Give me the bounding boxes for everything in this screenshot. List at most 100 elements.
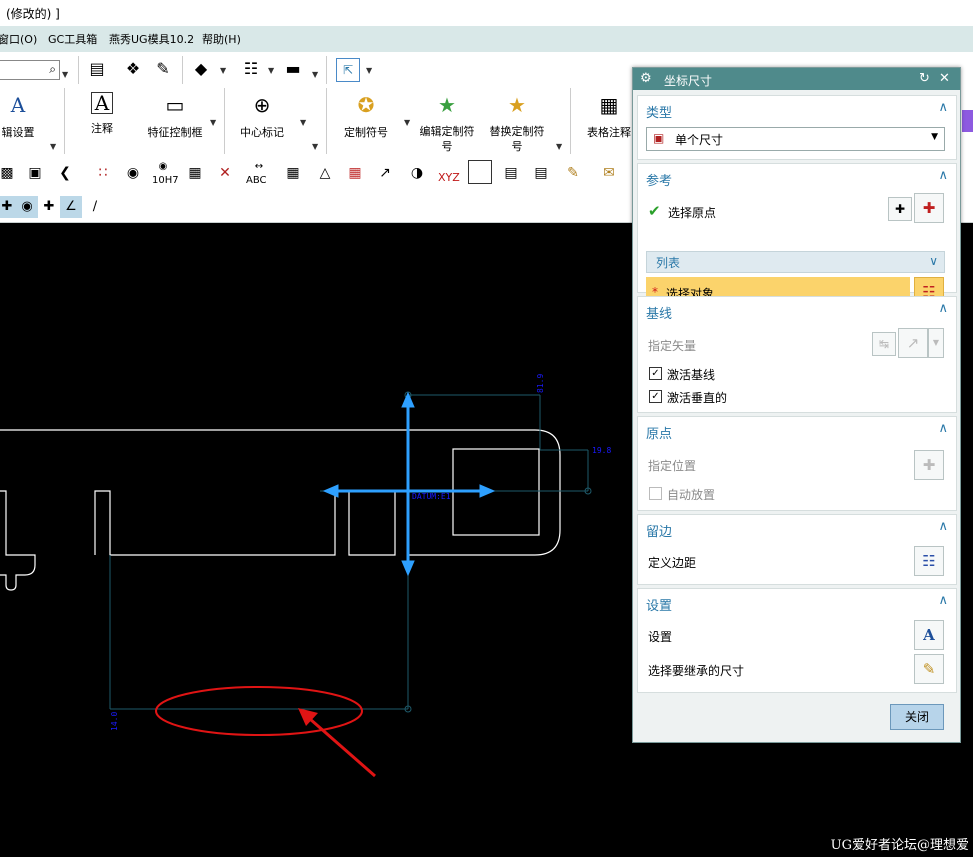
ordinate-dimension-icon[interactable]: ∷ <box>92 162 114 184</box>
snap-center-icon[interactable]: ◉ <box>16 196 38 218</box>
activate-baseline-checkbox[interactable]: ✓ <box>649 367 662 380</box>
check-icon: ✔ <box>648 202 661 220</box>
settings-section-header[interactable]: 设置 <box>646 595 672 614</box>
chevron-up-icon[interactable]: ∧ <box>938 301 948 316</box>
leader-text-icon[interactable]: ↗ <box>374 162 396 184</box>
dropdown-arrow-icon[interactable]: ▼ <box>268 66 274 75</box>
dropdown-arrow-icon[interactable]: ▼ <box>312 70 318 79</box>
menu-window[interactable]: 窗口(O) <box>0 31 37 47</box>
separator <box>182 56 183 84</box>
binocular-icon[interactable]: ◉ <box>122 162 144 184</box>
dropdown-arrow-icon[interactable]: ▼ <box>50 142 56 151</box>
dimension-x-icon[interactable]: ✕ <box>214 162 236 184</box>
dropdown-arrow-icon[interactable]: ▼ <box>220 66 226 75</box>
menu-yanxiu-mold[interactable]: 燕秀UG模具10.2 <box>109 31 194 47</box>
command-search-input[interactable]: ⌕ <box>0 60 60 80</box>
key-icon[interactable]: ✉ <box>598 162 620 184</box>
inherit-dimension-button[interactable]: ✎ <box>914 654 944 684</box>
chevron-up-icon[interactable]: ∧ <box>938 593 948 608</box>
dropdown-arrow-icon[interactable]: ▼ <box>300 118 306 127</box>
grid-snap-icon[interactable]: ☷ <box>240 58 262 80</box>
annotation-button[interactable]: A 注释 <box>82 92 122 136</box>
center-mark-button[interactable]: ⊕ 中心标记 <box>236 92 288 140</box>
auto-place-checkbox[interactable] <box>649 487 662 500</box>
replace-custom-symbol-button[interactable]: ★ 替换定制符号 <box>488 92 546 154</box>
callout-ellipse <box>155 686 363 736</box>
menu-gc-toolbox[interactable]: GC工具箱 <box>48 31 97 47</box>
ruler-icon[interactable]: ▬ <box>282 58 304 80</box>
spreadsheet-icon[interactable]: ▦ <box>344 162 366 184</box>
origin-options-icon[interactable]: ✚ <box>888 197 912 221</box>
reset-icon[interactable]: ↻ <box>919 71 930 86</box>
side-accent <box>962 110 973 132</box>
close-button[interactable]: 关闭 <box>890 704 944 730</box>
separator <box>64 88 65 154</box>
edge-icon[interactable]: ❮ <box>54 162 76 184</box>
area-fill-icon[interactable]: ▣ <box>24 162 46 184</box>
brush-icon[interactable]: ✎ <box>152 58 174 80</box>
baseline-section-header[interactable]: 基线 <box>646 303 672 322</box>
activate-perpendicular-checkbox[interactable]: ✓ <box>649 390 662 403</box>
menu-help[interactable]: 帮助(H) <box>202 31 241 47</box>
ordinate-dimension-dialog: ⚙ 坐标尺寸 ↻ ✕ 类型 ∧ ▣ 单个尺寸 ▼ 参考 ∧ ✔ 选择原点 ✚ ✚… <box>632 67 961 743</box>
margin-section: 留边 ∧ 定义边距 ☷ <box>637 514 957 585</box>
specify-position-button[interactable]: ✚ <box>914 450 944 480</box>
close-icon[interactable]: ✕ <box>939 71 950 86</box>
extension-lines <box>109 391 592 713</box>
datum-label: DATUM:E1 <box>412 492 451 501</box>
snap-line-icon[interactable]: ∕ <box>84 196 106 218</box>
dropdown-arrow-icon[interactable]: ▼ <box>312 142 318 151</box>
dim-label-right: 19.8 <box>592 446 611 455</box>
note-list-icon[interactable]: ▤ <box>530 162 552 184</box>
snap-intersection-icon[interactable]: ✚ <box>38 196 60 218</box>
dropdown-arrow-icon[interactable]: ▼ <box>62 70 68 79</box>
gear-icon[interactable]: ⚙ <box>640 71 652 86</box>
datum-target-icon[interactable]: ◑ <box>406 162 428 184</box>
triangle-icon[interactable]: △ <box>314 162 336 184</box>
empty-frame-icon[interactable] <box>468 160 492 184</box>
define-margin-label: 定义边距 <box>648 556 697 570</box>
margin-section-header[interactable]: 留边 <box>646 521 672 540</box>
type-select[interactable]: ▣ 单个尺寸 ▼ <box>646 127 945 151</box>
table-icon[interactable]: ▦ <box>282 162 304 184</box>
chevron-down-icon: ∨ <box>929 254 938 268</box>
edit-custom-symbol-button[interactable]: ★ 编辑定制符号 <box>418 92 476 154</box>
select-origin-button[interactable]: ✚ <box>914 193 944 223</box>
origin-section-header[interactable]: 原点 <box>646 423 672 442</box>
define-margin-button[interactable]: ☷ <box>914 546 944 576</box>
custom-symbol-button[interactable]: ✪ 定制符号 <box>340 92 392 140</box>
layers-icon[interactable]: ▤ <box>86 58 108 80</box>
dropdown-arrow-icon[interactable]: ▼ <box>404 118 410 127</box>
settings-label: 设置 <box>648 630 673 644</box>
separator <box>326 56 327 84</box>
table-note-button[interactable]: ▦ 表格注释 <box>586 92 632 140</box>
chevron-up-icon[interactable]: ∧ <box>938 519 948 534</box>
dropdown-arrow-icon[interactable]: ▼ <box>366 66 372 75</box>
display-mode-icon[interactable]: ◆ <box>190 58 212 80</box>
list-table-icon[interactable]: ▤ <box>500 162 522 184</box>
slot-left-path <box>94 490 408 556</box>
view-orient-icon[interactable]: ❖ <box>122 58 144 80</box>
chevron-up-icon[interactable]: ∧ <box>938 168 948 183</box>
vector-options-icon[interactable]: ↹ <box>872 332 896 356</box>
vector-dropdown-icon[interactable]: ▼ <box>928 328 944 358</box>
snap-tangent-icon[interactable]: ∠ <box>60 196 82 218</box>
chevron-up-icon[interactable]: ∧ <box>938 421 948 436</box>
hatch-icon[interactable]: ▩ <box>0 162 18 184</box>
dropdown-arrow-icon[interactable]: ▼ <box>556 142 562 151</box>
fit-view-icon[interactable]: ⇱ <box>336 58 360 82</box>
list-bar[interactable]: 列表 ∨ <box>646 251 945 273</box>
part-inner-path <box>0 490 36 591</box>
reference-section-header[interactable]: 参考 <box>646 170 672 189</box>
text-style-button[interactable]: A 辑设置 <box>0 92 38 140</box>
specify-position-label: 指定位置 <box>648 459 697 473</box>
vector-icon[interactable]: ↗ <box>898 328 928 358</box>
feature-control-frame-button[interactable]: ▭ 特征控制框 <box>140 92 210 140</box>
grid-table-icon[interactable]: ▦ <box>184 162 206 184</box>
brush-paint-icon[interactable]: ✎ <box>562 162 584 184</box>
chevron-up-icon[interactable]: ∧ <box>938 100 948 115</box>
type-section-header[interactable]: 类型 <box>646 102 672 121</box>
text-settings-icon[interactable]: A <box>914 620 944 650</box>
xyz-label[interactable]: XYZ <box>438 171 460 184</box>
dropdown-arrow-icon[interactable]: ▼ <box>210 118 216 127</box>
